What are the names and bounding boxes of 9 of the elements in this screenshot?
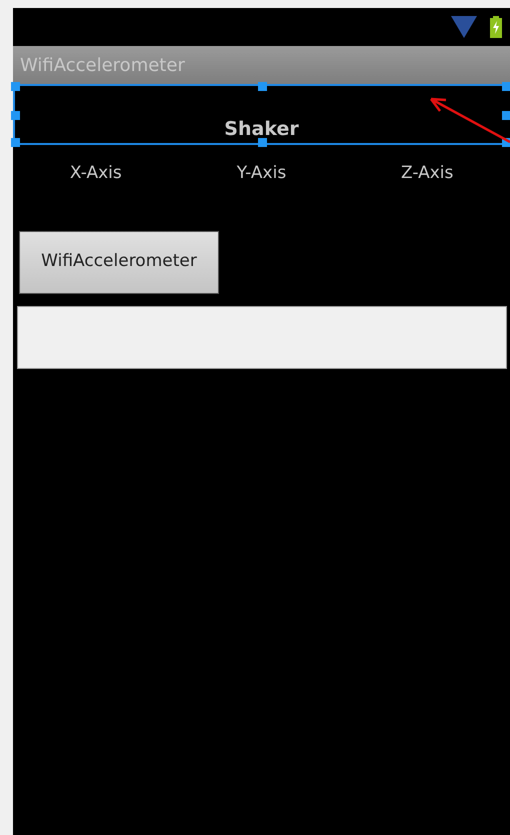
app-title: WifiAccelerometer: [20, 54, 185, 78]
axis-label: Z-Axis: [400, 162, 454, 185]
axis-label: Y-Axis: [236, 162, 288, 185]
battery-icon: [490, 16, 502, 38]
heading-text: Shaker: [224, 116, 299, 142]
axis-label: X-Axis: [68, 162, 123, 185]
wifi-signal-icon: [450, 15, 478, 39]
text-field[interactable]: [17, 306, 507, 368]
app-button[interactable]: WifiAccelerometer: [19, 230, 219, 294]
